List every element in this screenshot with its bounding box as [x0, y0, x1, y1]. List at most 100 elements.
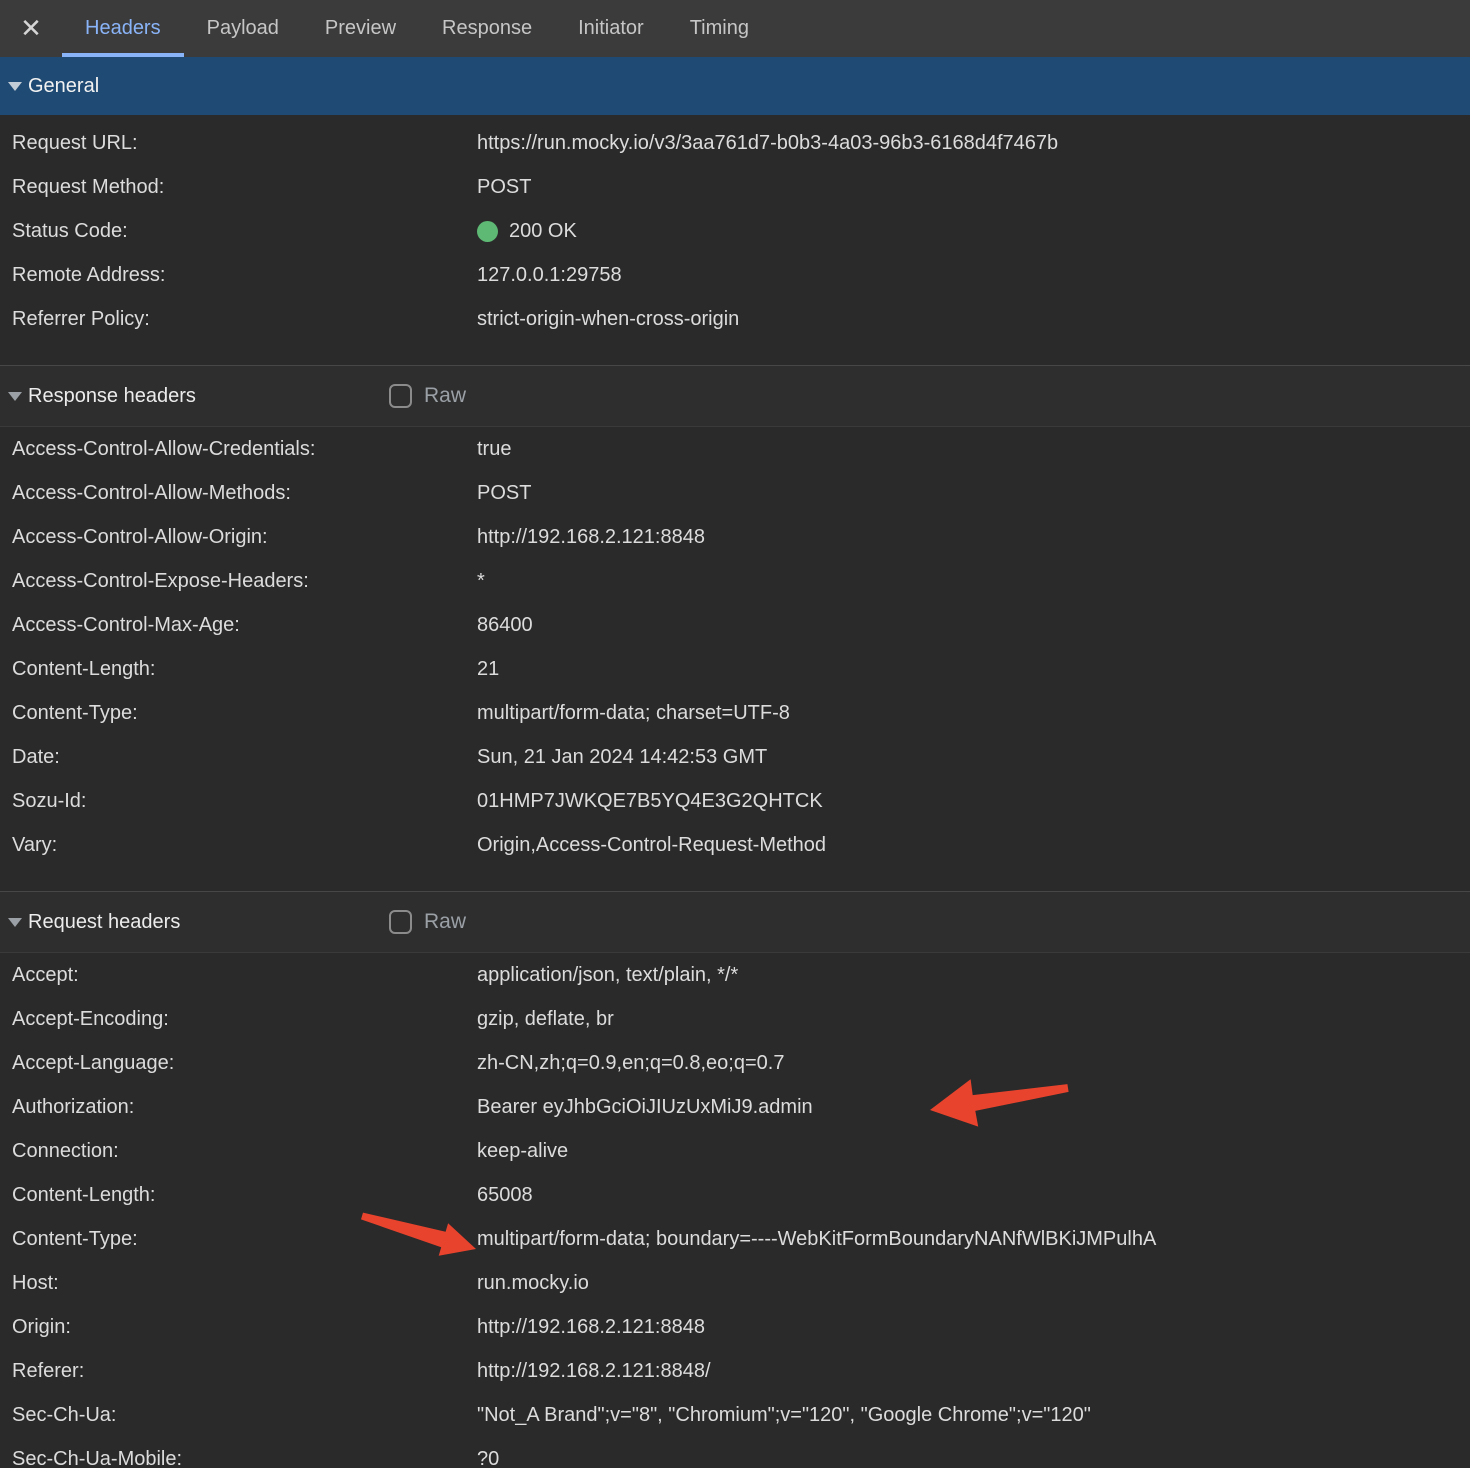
header-value: POST [477, 176, 531, 199]
header-value: 200 OK [477, 220, 577, 243]
header-value: 01HMP7JWKQE7B5YQ4E3G2QHTCK [477, 790, 823, 813]
header-name: Access-Control-Allow-Origin: [12, 526, 477, 549]
raw-checkbox-label: Raw [424, 384, 466, 408]
header-row: Content-Type:multipart/form-data; charse… [0, 691, 1470, 735]
header-value: keep-alive [477, 1140, 568, 1163]
raw-checkbox[interactable] [389, 910, 412, 934]
header-name: Access-Control-Expose-Headers: [12, 570, 477, 593]
close-icon: ✕ [20, 13, 42, 44]
tab-response[interactable]: Response [419, 0, 555, 57]
close-button[interactable]: ✕ [0, 0, 62, 57]
header-value: true [477, 438, 511, 461]
general-rows: Request URL:https://run.mocky.io/v3/3aa7… [0, 121, 1470, 341]
header-value: gzip, deflate, br [477, 1008, 614, 1031]
header-row: Content-Length:65008 [0, 1173, 1470, 1217]
header-row: Access-Control-Max-Age:86400 [0, 603, 1470, 647]
header-value: https://run.mocky.io/v3/3aa761d7-b0b3-4a… [477, 132, 1058, 155]
header-name: Vary: [12, 834, 477, 857]
header-value: 21 [477, 658, 499, 681]
header-value: application/json, text/plain, */* [477, 964, 738, 987]
devtools-network-tab-bar: ✕ HeadersPayloadPreviewResponseInitiator… [0, 0, 1470, 57]
section-title: General [28, 75, 99, 98]
header-value: "Not_A Brand";v="8", "Chromium";v="120",… [477, 1404, 1091, 1427]
header-value: * [477, 570, 485, 593]
header-value: 127.0.0.1:29758 [477, 264, 622, 287]
header-name: Host: [12, 1272, 477, 1295]
header-name: Sec-Ch-Ua: [12, 1404, 477, 1427]
header-row: Referrer Policy:strict-origin-when-cross… [0, 297, 1470, 341]
header-name: Connection: [12, 1140, 477, 1163]
header-value: 65008 [477, 1184, 533, 1207]
header-row: Authorization:Bearer eyJhbGciOiJIUzUxMiJ… [0, 1085, 1470, 1129]
status-ok-dot [477, 221, 498, 242]
header-value: 86400 [477, 614, 533, 637]
header-name: Content-Length: [12, 1184, 477, 1207]
header-name: Access-Control-Max-Age: [12, 614, 477, 637]
header-row: Referer:http://192.168.2.121:8848/ [0, 1349, 1470, 1393]
header-name: Accept: [12, 964, 477, 987]
section-header-general[interactable]: General [0, 57, 1470, 115]
header-value: Origin,Access-Control-Request-Method [477, 834, 826, 857]
header-name: Accept-Encoding: [12, 1008, 477, 1031]
header-value: run.mocky.io [477, 1272, 589, 1295]
header-row: Host:run.mocky.io [0, 1261, 1470, 1305]
header-row: Sec-Ch-Ua-Mobile:?0 [0, 1437, 1470, 1468]
header-value: ?0 [477, 1448, 499, 1468]
header-row: Connection:keep-alive [0, 1129, 1470, 1173]
header-row: Request URL:https://run.mocky.io/v3/3aa7… [0, 121, 1470, 165]
header-row: Request Method:POST [0, 165, 1470, 209]
header-row: Origin:http://192.168.2.121:8848 [0, 1305, 1470, 1349]
section-header-response-headers[interactable]: Response headers Raw [0, 365, 1470, 427]
header-name: Request URL: [12, 132, 477, 155]
header-row: Access-Control-Allow-Origin:http://192.1… [0, 515, 1470, 559]
header-value: Bearer eyJhbGciOiJIUzUxMiJ9.admin [477, 1096, 813, 1119]
header-value: POST [477, 482, 531, 505]
header-name: Referrer Policy: [12, 308, 477, 331]
header-row: Vary:Origin,Access-Control-Request-Metho… [0, 823, 1470, 867]
header-row: Accept:application/json, text/plain, */* [0, 953, 1470, 997]
header-value: multipart/form-data; boundary=----WebKit… [477, 1228, 1156, 1251]
header-row: Access-Control-Allow-Credentials:true [0, 427, 1470, 471]
tab-preview[interactable]: Preview [302, 0, 419, 57]
request-headers-rows: Accept:application/json, text/plain, */*… [0, 953, 1470, 1468]
header-name: Sec-Ch-Ua-Mobile: [12, 1448, 477, 1468]
header-name: Remote Address: [12, 264, 477, 287]
expander-triangle-icon [8, 918, 22, 927]
header-name: Content-Type: [12, 702, 477, 725]
header-row: Sozu-Id:01HMP7JWKQE7B5YQ4E3G2QHTCK [0, 779, 1470, 823]
header-value: strict-origin-when-cross-origin [477, 308, 739, 331]
header-value: http://192.168.2.121:8848 [477, 1316, 705, 1339]
tab-initiator[interactable]: Initiator [555, 0, 667, 57]
tab-headers[interactable]: Headers [62, 0, 184, 57]
section-header-request-headers[interactable]: Request headers Raw [0, 891, 1470, 953]
header-name: Accept-Language: [12, 1052, 477, 1075]
header-name: Date: [12, 746, 477, 769]
header-row: Date:Sun, 21 Jan 2024 14:42:53 GMT [0, 735, 1470, 779]
tab-timing[interactable]: Timing [667, 0, 772, 57]
header-name: Access-Control-Allow-Credentials: [12, 438, 477, 461]
raw-toggle: Raw [389, 892, 466, 952]
tab-payload[interactable]: Payload [184, 0, 302, 57]
header-name: Content-Type: [12, 1228, 477, 1251]
header-value: Sun, 21 Jan 2024 14:42:53 GMT [477, 746, 767, 769]
section-title: Response headers [28, 385, 196, 408]
expander-triangle-icon [8, 82, 22, 91]
header-name: Origin: [12, 1316, 477, 1339]
header-value: zh-CN,zh;q=0.9,en;q=0.8,eo;q=0.7 [477, 1052, 784, 1075]
header-row: Access-Control-Expose-Headers:* [0, 559, 1470, 603]
header-value: http://192.168.2.121:8848 [477, 526, 705, 549]
header-row: Content-Length:21 [0, 647, 1470, 691]
header-value: http://192.168.2.121:8848/ [477, 1360, 711, 1383]
header-value: multipart/form-data; charset=UTF-8 [477, 702, 790, 725]
response-headers-rows: Access-Control-Allow-Credentials:trueAcc… [0, 427, 1470, 867]
header-name: Access-Control-Allow-Methods: [12, 482, 477, 505]
header-row: Accept-Language:zh-CN,zh;q=0.9,en;q=0.8,… [0, 1041, 1470, 1085]
raw-checkbox-label: Raw [424, 910, 466, 934]
raw-checkbox[interactable] [389, 384, 412, 408]
header-name: Authorization: [12, 1096, 477, 1119]
header-row: Status Code:200 OK [0, 209, 1470, 253]
header-row: Content-Type:multipart/form-data; bounda… [0, 1217, 1470, 1261]
header-name: Referer: [12, 1360, 477, 1383]
header-name: Request Method: [12, 176, 477, 199]
expander-triangle-icon [8, 392, 22, 401]
